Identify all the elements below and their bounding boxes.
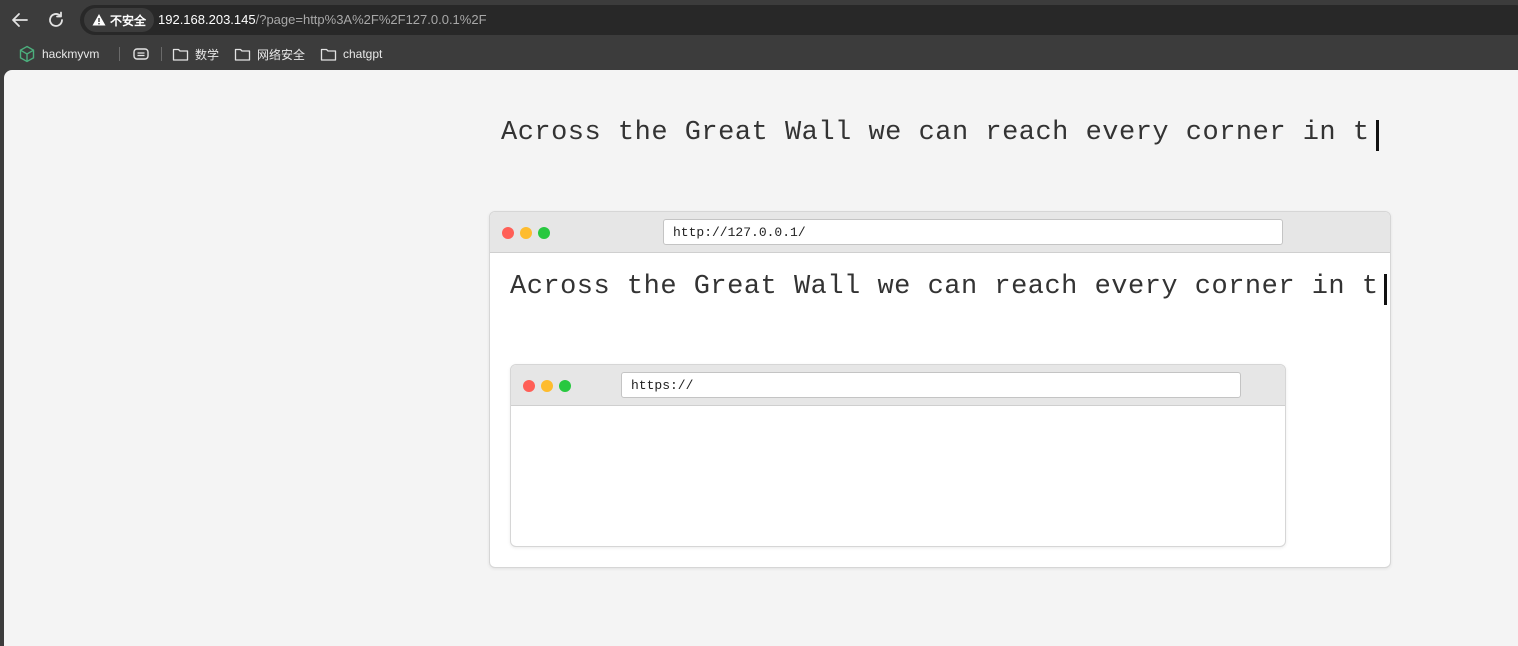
folder-icon xyxy=(320,48,337,61)
warning-triangle-icon xyxy=(92,14,106,26)
folder-icon xyxy=(172,48,189,61)
browser-toolbar: 不安全 192.168.203.145/?page=http%3A%2F%2F1… xyxy=(0,0,1518,38)
bookmark-hackmyvm[interactable]: hackmyvm xyxy=(18,44,99,64)
close-dot-icon xyxy=(502,227,514,239)
maximize-dot-icon xyxy=(559,380,571,392)
bookmark-folder-math[interactable]: 数学 xyxy=(172,44,219,64)
hackmyvm-logo-icon xyxy=(19,45,35,63)
folder-icon xyxy=(234,48,251,61)
close-dot-icon xyxy=(523,380,535,392)
minimize-dot-icon xyxy=(520,227,532,239)
browser-chrome: 不安全 192.168.203.145/?page=http%3A%2F%2F1… xyxy=(0,0,1518,70)
frame-typing-heading: Across the Great Wall we can reach every… xyxy=(510,272,1379,302)
mock-browser-frame: http://127.0.0.1/ Across the Great Wall … xyxy=(489,211,1391,568)
bookmark-separator xyxy=(119,47,120,61)
bookmark-reading-list[interactable] xyxy=(132,44,150,64)
reload-icon xyxy=(49,11,63,27)
typing-heading: Across the Great Wall we can reach every… xyxy=(501,118,1370,148)
reading-list-icon xyxy=(133,48,149,60)
page-viewport: Across the Great Wall we can reach every… xyxy=(4,70,1518,646)
bookmark-label: hackmyvm xyxy=(42,47,100,61)
back-button[interactable] xyxy=(7,7,33,33)
nested-mock-browser-frame: https:// xyxy=(510,364,1286,547)
address-bar[interactable]: 不安全 192.168.203.145/?page=http%3A%2F%2F1… xyxy=(80,5,1518,35)
frame-typing-caret xyxy=(1384,274,1387,305)
bookmark-label: chatgpt xyxy=(343,47,383,61)
reload-button[interactable] xyxy=(43,7,69,33)
bookmarks-bar: hackmyvm 数学 网络安全 chatgpt xyxy=(0,40,1518,68)
nested-mock-url-field[interactable]: https:// xyxy=(621,372,1241,398)
bookmark-label: 网络安全 xyxy=(257,47,306,62)
url-host: 192.168.203.145 xyxy=(158,12,256,27)
bookmark-separator xyxy=(161,47,162,61)
url-path: /?page=http%3A%2F%2F127.0.0.1%2F xyxy=(255,12,487,27)
typing-caret xyxy=(1376,120,1379,151)
security-chip[interactable]: 不安全 xyxy=(84,8,155,32)
arrow-left-icon xyxy=(12,13,28,27)
maximize-dot-icon xyxy=(538,227,550,239)
bookmark-label: 数学 xyxy=(195,47,220,62)
url-text[interactable]: 192.168.203.145/?page=http%3A%2F%2F127.0… xyxy=(158,12,487,27)
minimize-dot-icon xyxy=(541,380,553,392)
bookmark-folder-security[interactable]: 网络安全 xyxy=(234,44,305,64)
security-label: 不安全 xyxy=(110,13,147,28)
mock-browser-titlebar: http://127.0.0.1/ xyxy=(490,212,1390,253)
mock-url-field[interactable]: http://127.0.0.1/ xyxy=(663,219,1283,245)
nested-mock-browser-titlebar: https:// xyxy=(511,365,1285,406)
bookmark-folder-chatgpt[interactable]: chatgpt xyxy=(320,44,382,64)
